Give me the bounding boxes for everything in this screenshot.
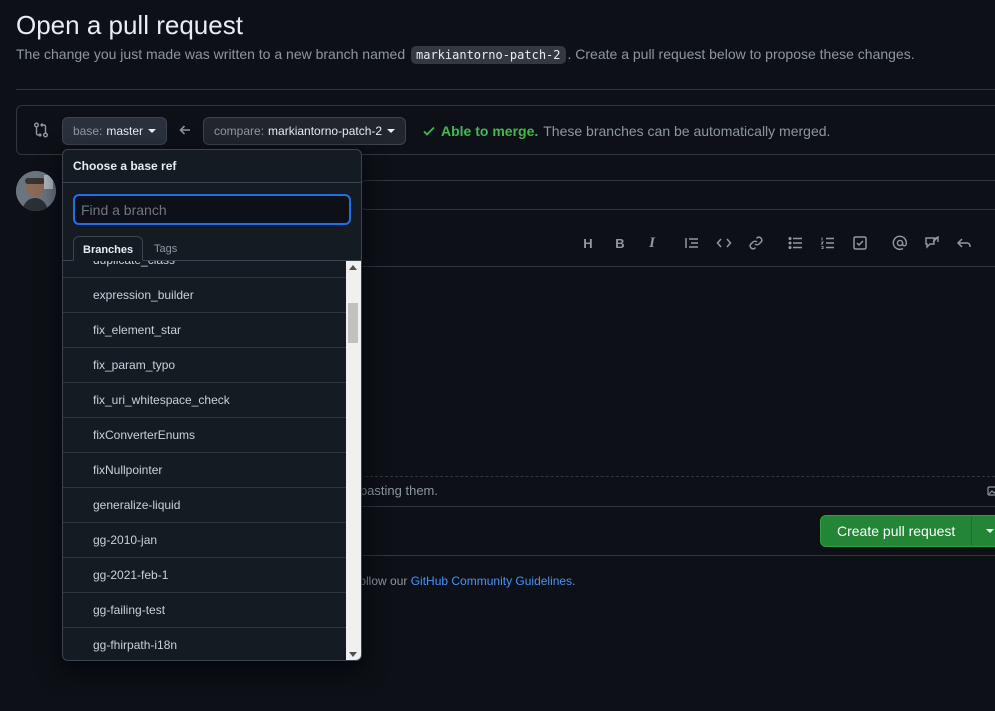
branch-item[interactable]: duplicate_class xyxy=(63,261,346,278)
dropdown-title: Choose a base ref xyxy=(73,159,177,173)
compare-branch-button[interactable]: compare: markiantorno-patch-2 xyxy=(203,117,407,145)
branch-list-scrollbar[interactable] xyxy=(346,261,361,660)
task-list-icon[interactable] xyxy=(852,235,868,251)
branch-item[interactable]: gg-failing-test xyxy=(63,593,346,628)
base-value: master xyxy=(106,124,144,138)
create-pull-request-button[interactable]: Create pull request xyxy=(820,515,995,547)
community-guidelines-note: l follow our GitHub Community Guidelines… xyxy=(350,574,575,588)
title-input-area[interactable] xyxy=(360,180,995,210)
branch-item[interactable]: gg-2021-feb-1 xyxy=(63,558,346,593)
branch-name-code: markiantorno-patch-2 xyxy=(411,46,566,64)
attach-hint: r pasting them. xyxy=(352,483,438,498)
branch-filter-input[interactable] xyxy=(73,194,351,225)
mention-icon[interactable] xyxy=(892,235,908,251)
reply-icon[interactable] xyxy=(956,235,972,251)
guidelines-text-after: . xyxy=(572,574,576,588)
tab-branches[interactable]: Branches xyxy=(73,236,144,261)
divider xyxy=(360,555,995,556)
comment-body-editor[interactable] xyxy=(360,266,995,507)
cross-reference-icon[interactable] xyxy=(924,235,940,251)
branch-item[interactable]: expression_builder xyxy=(63,278,346,313)
ref-tabs: Branches Tags xyxy=(63,236,361,261)
editor-footer xyxy=(360,476,995,507)
page-title: Open a pull request xyxy=(16,10,243,40)
branch-item[interactable]: fix_element_star xyxy=(63,313,346,348)
divider xyxy=(16,89,995,90)
markdown-toolbar: H B I xyxy=(580,233,972,253)
branch-list: duplicate_class expression_builder fix_e… xyxy=(63,261,346,660)
merge-status: Able to merge. These branches can be aut… xyxy=(422,123,830,139)
base-branch-button[interactable]: base: master xyxy=(62,117,168,145)
avatar xyxy=(16,171,56,211)
chevron-down-icon xyxy=(387,129,396,133)
code-icon[interactable] xyxy=(716,235,732,251)
bold-icon[interactable]: B xyxy=(612,235,628,251)
branch-item[interactable]: gg-fhirpath-i18n xyxy=(63,628,346,660)
base-ref-dropdown: Choose a base ref Branches Tags duplicat… xyxy=(62,149,362,661)
arrow-left-icon xyxy=(179,125,190,135)
merge-message: These branches can be automatically merg… xyxy=(543,123,831,139)
image-icon[interactable] xyxy=(987,485,995,497)
base-label: base: xyxy=(73,124,103,138)
community-guidelines-link[interactable]: GitHub Community Guidelines xyxy=(411,574,572,588)
check-icon xyxy=(423,126,435,136)
compare-label: compare: xyxy=(214,124,265,138)
compare-value: markiantorno-patch-2 xyxy=(268,124,383,138)
subtitle-text-before: The change you just made was written to … xyxy=(16,46,409,62)
create-options-dropdown[interactable] xyxy=(972,529,995,533)
ordered-list-icon[interactable] xyxy=(820,235,836,251)
create-pull-request-label: Create pull request xyxy=(821,516,973,546)
git-compare-icon xyxy=(34,122,48,138)
chevron-down-icon xyxy=(148,129,157,133)
dropdown-header: Choose a base ref xyxy=(63,150,361,183)
heading-icon[interactable]: H xyxy=(580,235,596,251)
tab-tags[interactable]: Tags xyxy=(145,236,186,261)
subtitle-text-after: . Create a pull request below to propose… xyxy=(567,46,915,62)
branch-item[interactable]: gg-2010-jan xyxy=(63,523,346,558)
link-icon[interactable] xyxy=(748,235,764,251)
branch-item[interactable]: generalize-liquid xyxy=(63,488,346,523)
branch-item[interactable]: fixNullpointer xyxy=(63,453,346,488)
italic-icon[interactable]: I xyxy=(644,235,660,251)
branch-item[interactable]: fixConverterEnums xyxy=(63,418,346,453)
scrollbar-thumb[interactable] xyxy=(348,303,358,343)
avatar-image xyxy=(16,171,56,211)
page-subtitle: The change you just made was written to … xyxy=(16,46,915,64)
merge-ok-text: Able to merge. xyxy=(441,123,539,139)
unordered-list-icon[interactable] xyxy=(788,235,804,251)
quote-icon[interactable] xyxy=(684,235,700,251)
branch-item[interactable]: fix_param_typo xyxy=(63,348,346,383)
scroll-down-arrow-icon[interactable] xyxy=(349,652,357,657)
divider xyxy=(360,506,995,507)
scroll-up-arrow-icon[interactable] xyxy=(349,265,357,270)
branch-item[interactable]: fix_uri_whitespace_check xyxy=(63,383,346,418)
chevron-down-icon xyxy=(986,529,995,533)
